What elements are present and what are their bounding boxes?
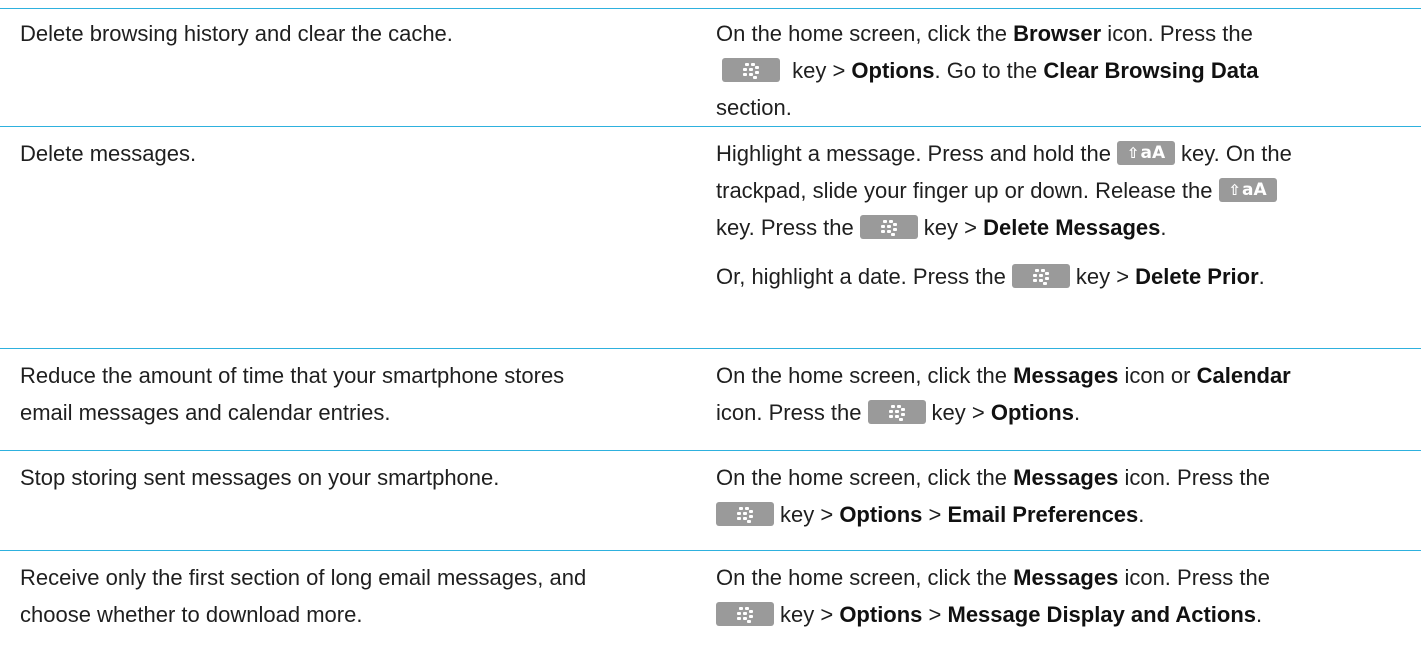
task-cell: Delete messages. — [20, 135, 660, 172]
task-cell: Delete browsing history and clear the ca… — [20, 15, 660, 52]
instruction-text: On the home screen, click the Messages i… — [716, 363, 1291, 425]
options-label: Options — [839, 602, 923, 627]
clear-browsing-data-label: Clear Browsing Data — [1043, 58, 1259, 83]
alternative-instruction-text: Or, highlight a date. Press the key > Del… — [716, 264, 1265, 289]
instruction-cell: On the home screen, click the Messages i… — [716, 559, 1406, 633]
instruction-text: On the home screen, click the Browser ic… — [716, 21, 1259, 120]
options-label: Options — [990, 400, 1074, 425]
options-label: Options — [851, 58, 935, 83]
shift-key-icon: ⇧aA — [1117, 141, 1176, 166]
email-preferences-label: Email Preferences — [947, 502, 1139, 527]
task-text: choose whether to download more. — [20, 602, 363, 627]
instruction-cell: On the home screen, click the Messages i… — [716, 357, 1406, 431]
table-row: Receive only the first section of long e… — [0, 550, 1421, 658]
menu-key-icon — [867, 400, 926, 425]
task-cell: Stop storing sent messages on your smart… — [20, 459, 660, 496]
task-text: Receive only the first section of long e… — [20, 565, 587, 590]
instruction-text: On the home screen, click the Messages i… — [716, 565, 1270, 627]
instruction-cell: Highlight a message. Press and hold the ⇧… — [716, 135, 1406, 295]
menu-key-icon — [859, 215, 918, 240]
options-label: Options — [839, 502, 923, 527]
delete-prior-label: Delete Prior — [1135, 264, 1259, 289]
task-text: Delete browsing history and clear the ca… — [20, 21, 453, 46]
menu-key-icon — [716, 502, 774, 527]
table-row: Reduce the amount of time that your smar… — [0, 348, 1421, 450]
browser-label: Browser — [1013, 21, 1102, 46]
shift-key-icon: ⇧aA — [1218, 178, 1277, 203]
instruction-cell: On the home screen, click the Messages i… — [716, 459, 1406, 533]
task-text: Stop storing sent messages on your smart… — [20, 465, 500, 490]
calendar-label: Calendar — [1196, 363, 1291, 388]
task-text: Reduce the amount of time that your smar… — [20, 363, 565, 388]
instruction-cell: On the home screen, click the Browser ic… — [716, 15, 1406, 126]
messages-label: Messages — [1013, 363, 1119, 388]
instruction-text: On the home screen, click the Messages i… — [716, 465, 1270, 527]
message-display-and-actions-label: Message Display and Actions — [947, 602, 1257, 627]
task-text: Delete messages. — [20, 141, 197, 166]
menu-key-icon — [716, 602, 774, 627]
table-row: Stop storing sent messages on your smart… — [0, 450, 1421, 550]
task-text: email messages and calendar entries. — [20, 400, 391, 425]
messages-label: Messages — [1013, 565, 1119, 590]
delete-messages-label: Delete Messages — [983, 215, 1161, 240]
instruction-text: Highlight a message. Press and hold the ⇧… — [716, 141, 1292, 240]
task-cell: Receive only the first section of long e… — [20, 559, 660, 633]
messages-label: Messages — [1013, 465, 1119, 490]
menu-key-icon — [722, 58, 780, 83]
table-row: Delete messages. Highlight a message. Pr… — [0, 126, 1421, 348]
menu-key-icon — [1011, 264, 1070, 289]
task-cell: Reduce the amount of time that your smar… — [20, 357, 660, 431]
table-row: Delete browsing history and clear the ca… — [0, 8, 1421, 126]
